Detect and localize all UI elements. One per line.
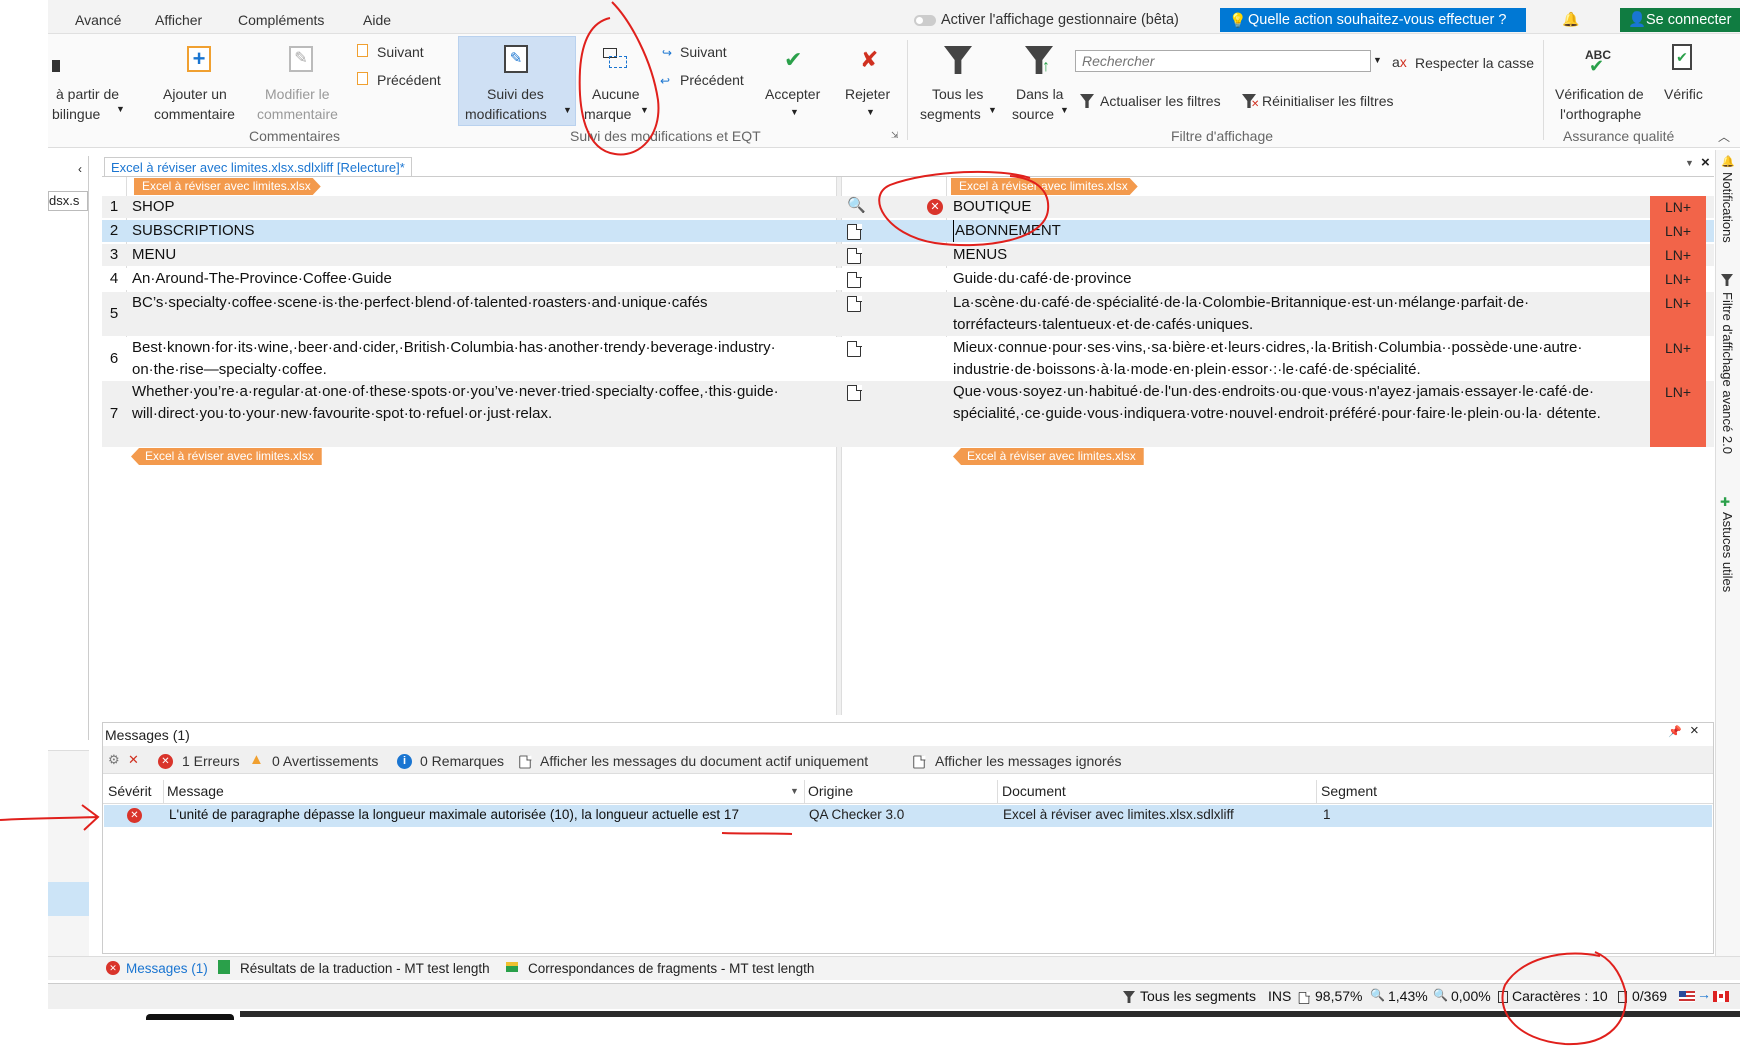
annotation-underline [721,832,793,835]
annotation-arrow [0,804,100,831]
annotation-layer [0,1,1627,1046]
cat-tool-window: { "menu":{"items":["Avancé","Afficher","… [0,0,1740,1046]
annotation-circle-markup [578,1,660,156]
annotation-circle-characters [1501,951,1627,1046]
annotation-circle-error [878,170,1050,247]
